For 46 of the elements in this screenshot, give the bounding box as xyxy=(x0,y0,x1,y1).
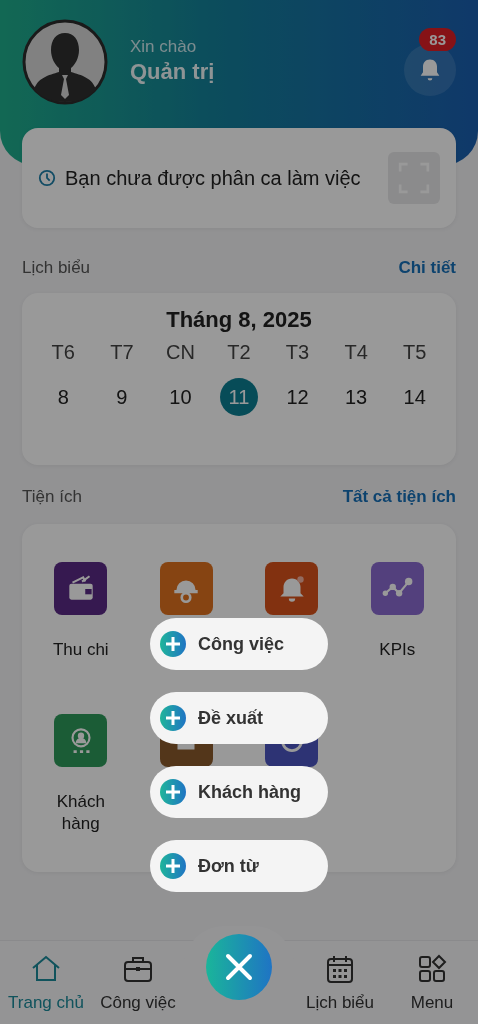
weekday-label: T2 xyxy=(227,341,251,364)
wallet-tile-icon[interactable] xyxy=(54,562,108,615)
weekday-label: T5 xyxy=(403,341,427,364)
section-title: Lịch biểu xyxy=(22,258,91,278)
grid-tab[interactable]: Menu xyxy=(386,953,478,1013)
grid-icon xyxy=(416,953,448,985)
date-cell[interactable]: 14 xyxy=(395,378,434,416)
weekday-label: T7 xyxy=(110,341,134,364)
briefcase-tab[interactable]: Công việc xyxy=(92,953,184,1013)
customer-tile-icon[interactable] xyxy=(54,714,108,767)
date-cell[interactable]: 12 xyxy=(278,378,317,416)
utility-label: KPIs xyxy=(378,639,417,661)
plus-icon xyxy=(160,779,186,805)
helmet-tile-icon[interactable] xyxy=(159,562,213,615)
shift-message: Bạn chưa được phân ca làm việc xyxy=(65,166,361,190)
avatar-icon xyxy=(22,19,108,105)
plus-icon xyxy=(160,705,186,731)
weekday-label: T3 xyxy=(285,341,310,364)
date-cell[interactable]: 9 xyxy=(102,378,141,416)
user-name: Quản trị xyxy=(130,59,215,85)
calendar-icon xyxy=(324,953,356,985)
quick-add-item[interactable]: Khách hàng xyxy=(150,766,328,818)
weekday-label: T4 xyxy=(344,341,368,364)
date-cell[interactable]: 8 xyxy=(44,378,83,416)
details-link[interactable]: Chi tiết xyxy=(398,258,456,278)
quick-add-item[interactable]: Công việc xyxy=(150,618,328,670)
close-icon xyxy=(224,952,254,982)
month-title: Tháng 8, 2025 xyxy=(166,307,312,333)
date-cell[interactable]: 10 xyxy=(161,378,200,416)
date-cell[interactable]: 11 xyxy=(219,378,258,416)
section-title: Tiện ích xyxy=(22,487,82,507)
all-utilities-link[interactable]: Tất cả tiện ích xyxy=(342,487,456,507)
plus-icon xyxy=(160,853,186,879)
utility-label: Khách hàng xyxy=(55,791,106,835)
quick-add-item[interactable]: Đề xuất xyxy=(150,692,328,744)
greeting-text: Xin chào xyxy=(130,37,198,57)
plus-icon xyxy=(160,631,186,657)
bell-tile-icon[interactable] xyxy=(265,562,319,615)
clock-icon xyxy=(38,169,56,187)
utility-label: Thu chi xyxy=(51,639,110,661)
quick-add-item[interactable]: Đơn từ xyxy=(150,840,328,892)
chart-tile-icon[interactable] xyxy=(370,562,424,615)
calendar-tab[interactable]: Lịch biểu xyxy=(294,953,386,1013)
date-cell[interactable]: 13 xyxy=(337,378,376,416)
weekday-label: CN xyxy=(165,341,195,364)
weekday-label: T6 xyxy=(51,341,75,364)
